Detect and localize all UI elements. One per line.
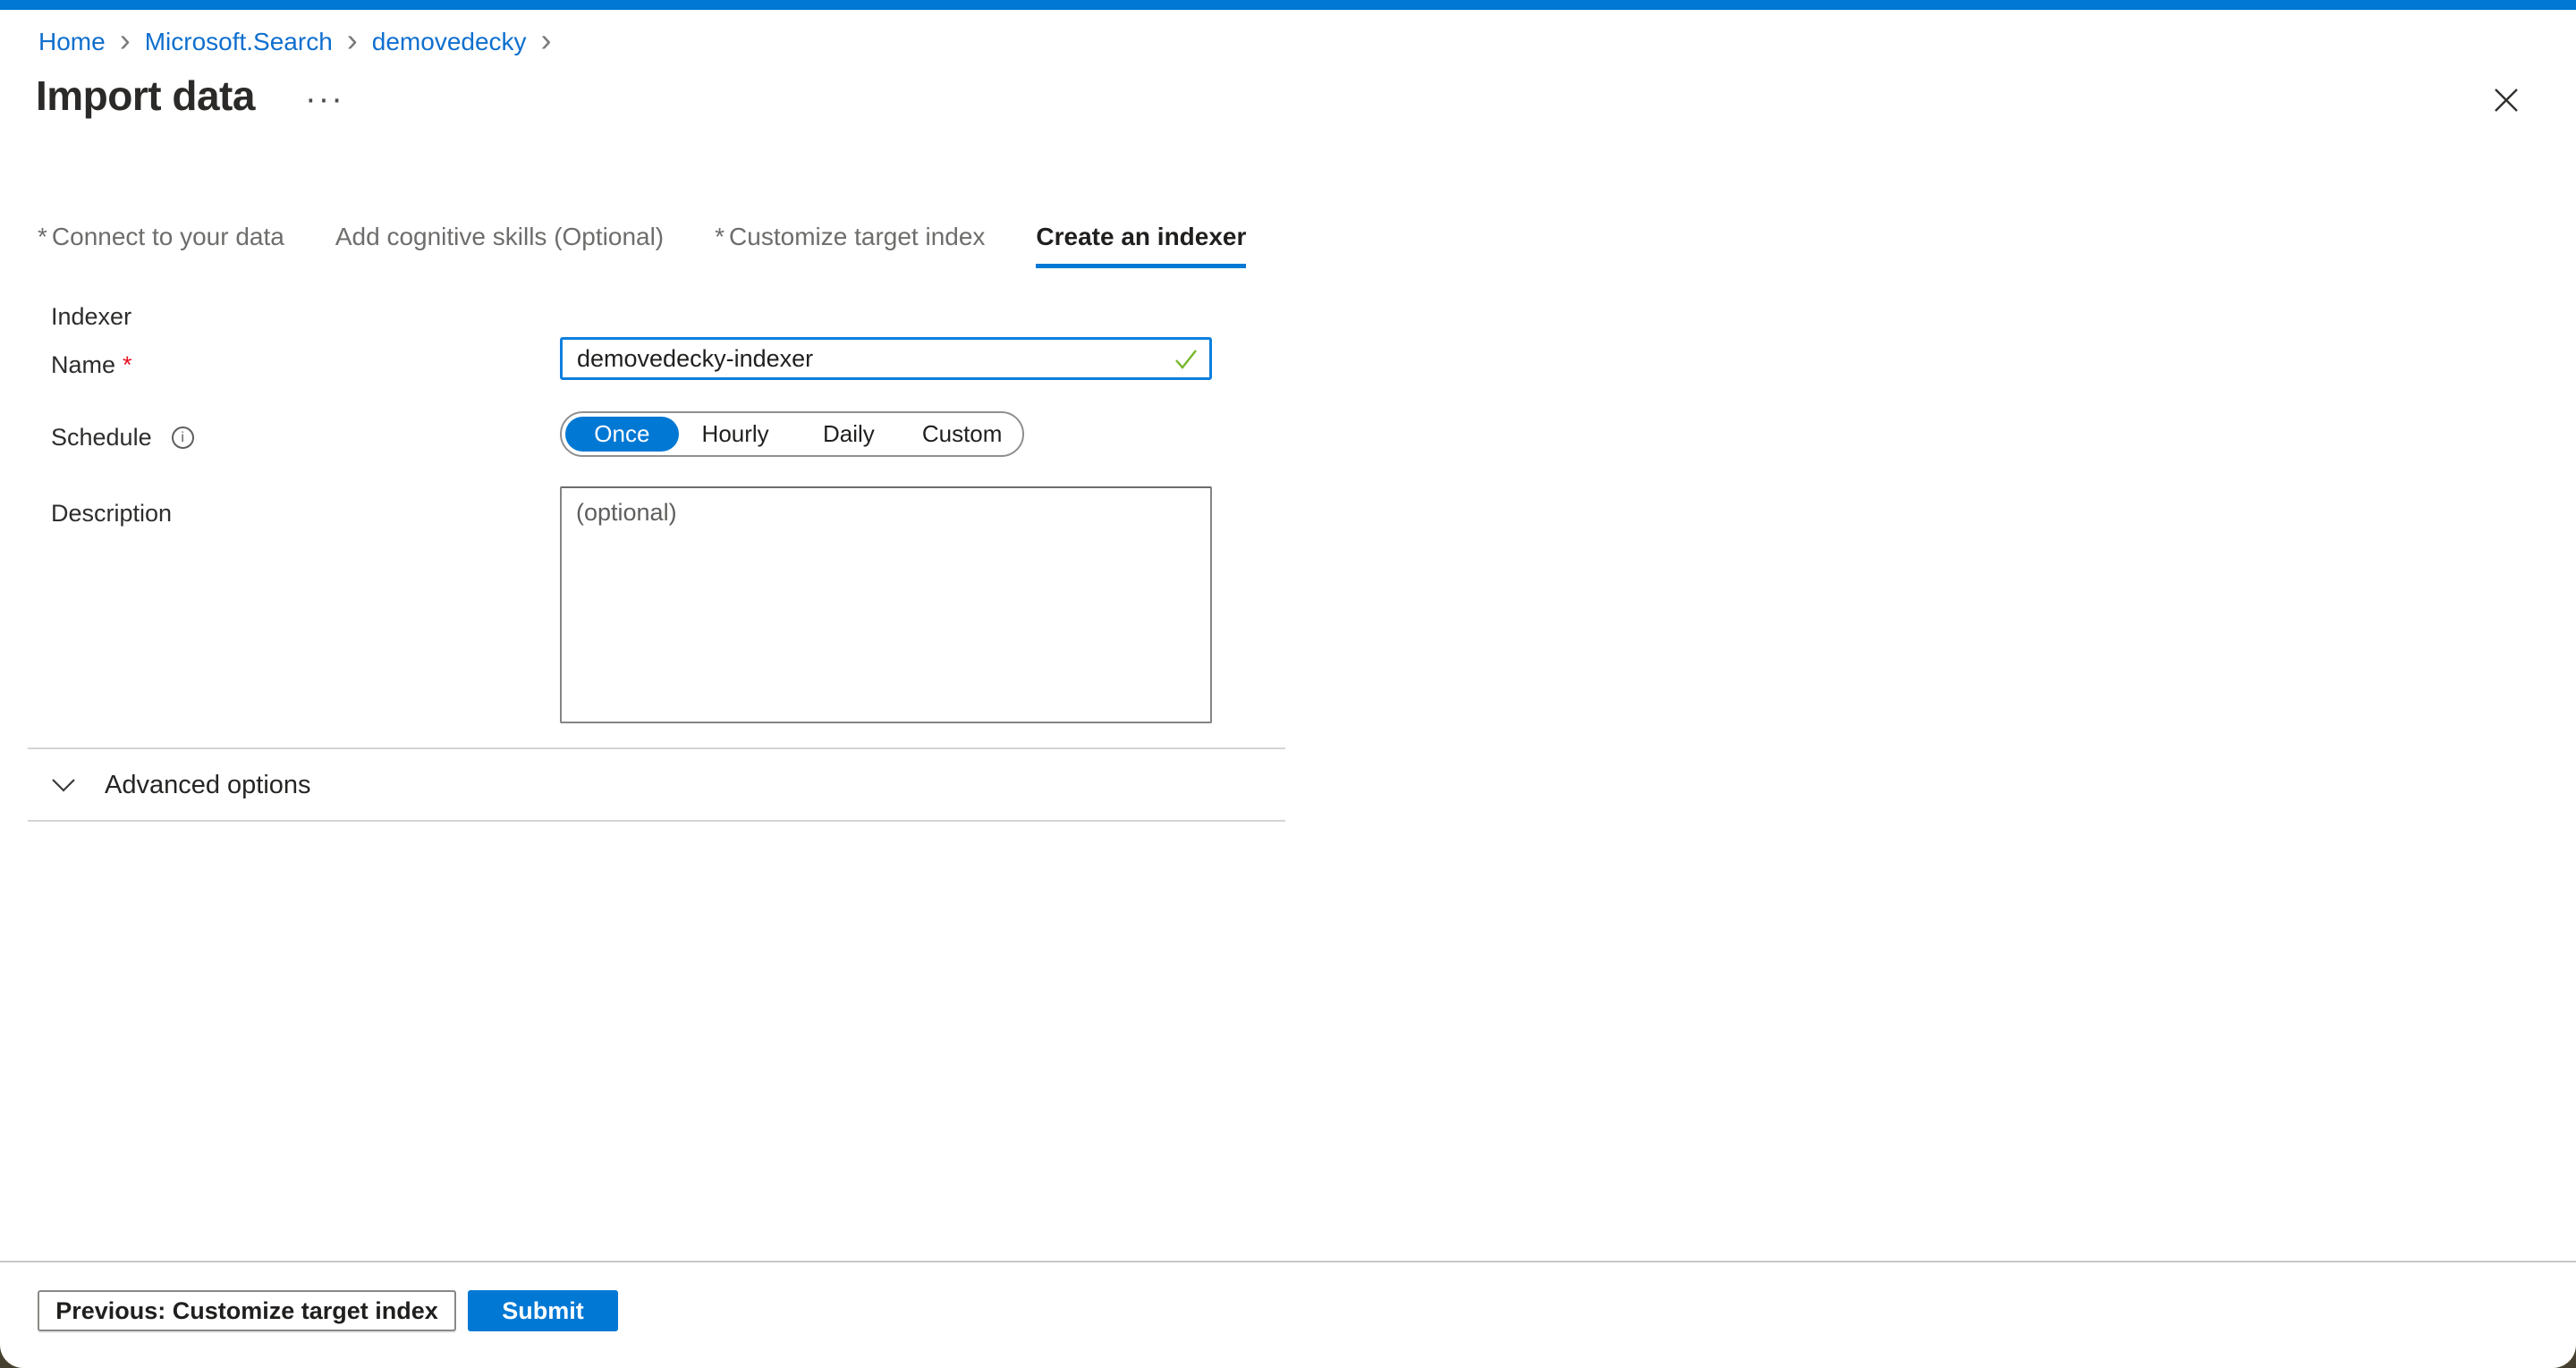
schedule-option-custom[interactable]: Custom [905, 417, 1019, 452]
wizard-tabs: *Connect to your data Add cognitive skil… [38, 221, 1246, 268]
import-data-blade: Home › Microsoft.Search › demovedecky › … [0, 0, 2576, 1368]
chevron-down-icon [51, 778, 76, 793]
top-accent-bar [0, 0, 2576, 10]
chevron-right-icon: › [541, 25, 552, 55]
breadcrumb-link-demovedecky[interactable]: demovedecky [372, 25, 527, 59]
submit-button[interactable]: Submit [468, 1290, 618, 1331]
tab-label: Add cognitive skills (Optional) [335, 223, 664, 250]
name-label: Name * [51, 350, 132, 380]
schedule-label-row: Schedule i [51, 422, 194, 452]
schedule-option-hourly[interactable]: Hourly [679, 417, 792, 452]
close-icon [2494, 88, 2519, 113]
tab-label: Customize target index [729, 223, 985, 250]
schedule-toggle: Once Hourly Daily Custom [560, 411, 1024, 457]
section-label-indexer: Indexer [51, 301, 131, 332]
breadcrumb-link-microsoft-search[interactable]: Microsoft.Search [145, 25, 333, 59]
description-textarea[interactable] [560, 486, 1212, 723]
tab-customize-target-index[interactable]: *Customize target index [715, 221, 985, 268]
required-asterisk: * [123, 351, 132, 378]
info-icon[interactable]: i [172, 426, 194, 449]
divider [28, 747, 1285, 749]
tab-connect-to-your-data[interactable]: *Connect to your data [38, 221, 284, 268]
breadcrumb-link-home[interactable]: Home [38, 25, 106, 59]
advanced-options-label: Advanced options [105, 767, 311, 803]
previous-button[interactable]: Previous: Customize target index [38, 1290, 456, 1331]
more-icon: ··· [305, 80, 344, 118]
tab-add-cognitive-skills[interactable]: Add cognitive skills (Optional) [335, 221, 664, 268]
close-button[interactable] [2483, 77, 2529, 123]
schedule-option-daily[interactable]: Daily [792, 417, 906, 452]
chevron-right-icon: › [347, 25, 358, 55]
required-step-marker: * [38, 223, 47, 250]
tab-label: Create an indexer [1036, 223, 1246, 250]
description-label: Description [51, 498, 172, 528]
more-options-button[interactable]: ··· [301, 85, 348, 114]
name-label-text: Name [51, 351, 115, 378]
schedule-label: Schedule [51, 422, 152, 452]
required-step-marker: * [715, 223, 724, 250]
tab-create-an-indexer[interactable]: Create an indexer [1036, 221, 1246, 268]
chevron-right-icon: › [120, 25, 131, 55]
checkmark-icon [1173, 347, 1199, 372]
page-title: Import data [36, 70, 255, 122]
divider [28, 820, 1285, 822]
indexer-name-input[interactable] [560, 337, 1212, 380]
schedule-option-once[interactable]: Once [565, 417, 679, 452]
tab-label: Connect to your data [52, 223, 284, 250]
advanced-options-toggle[interactable]: Advanced options [51, 767, 311, 803]
footer-divider [0, 1261, 2576, 1262]
breadcrumb: Home › Microsoft.Search › demovedecky › [38, 25, 552, 59]
